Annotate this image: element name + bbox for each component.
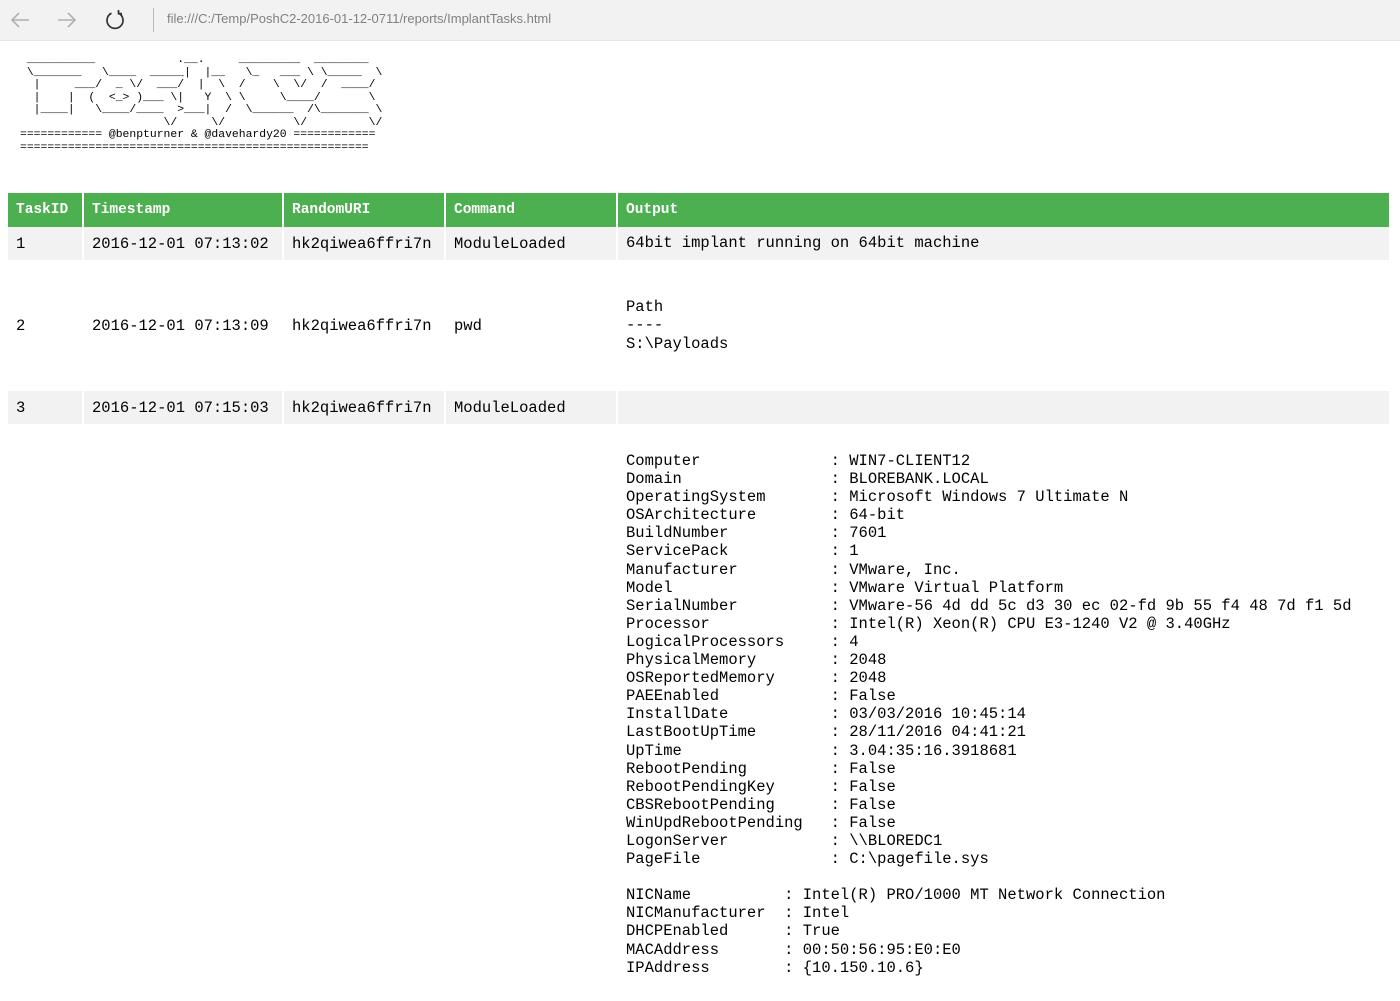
table-header-row: TaskID Timestamp RandomURI Command Outpu… <box>8 193 1389 227</box>
cell-output <box>618 391 1389 424</box>
cell-taskid: 3 <box>8 391 82 424</box>
output-text: 64bit implant running on 64bit machine <box>626 234 980 253</box>
table-row: Computer : WIN7-CLIENT12 Domain : BLOREB… <box>8 424 1389 977</box>
refresh-button[interactable] <box>101 6 129 34</box>
cell-randomuri: hk2qiwea6ffri7n <box>284 391 444 424</box>
header-timestamp: Timestamp <box>84 193 282 227</box>
cell-timestamp: 2016-12-01 07:13:02 <box>84 227 282 260</box>
ascii-logo: __________ .__. _________ ________ \____… <box>26 54 383 129</box>
cell-command: ModuleLoaded <box>446 227 616 260</box>
cell-taskid: 2 <box>16 316 26 335</box>
table-row: 2 2016-12-01 07:13:09 hk2qiwea6ffri7n pw… <box>8 260 1389 391</box>
arrow-right-icon <box>58 12 77 28</box>
forward-button[interactable] <box>53 6 81 34</box>
cell-output: Path ---- S:\Payloads <box>618 260 1389 391</box>
cell-command: ModuleLoaded <box>446 391 616 424</box>
cell-output: 64bit implant running on 64bit machine <box>618 227 1389 260</box>
cell-command: pwd <box>454 316 482 335</box>
cell-randomuri: hk2qiwea6ffri7n <box>284 227 444 260</box>
header-output: Output <box>618 193 1389 227</box>
cell-timestamp: 2016-12-01 07:13:09 <box>92 316 269 335</box>
header-command: Command <box>446 193 616 227</box>
cell-timestamp <box>84 424 282 977</box>
cell-randomuri <box>284 424 444 977</box>
header-randomuri: RandomURI <box>284 193 444 227</box>
toolbar-divider <box>153 8 154 32</box>
cell-timestamp: 2016-12-01 07:15:03 <box>84 391 282 424</box>
divider-line: ========================================… <box>20 141 369 154</box>
implant-tasks-table: TaskID Timestamp RandomURI Command Outpu… <box>6 193 1391 977</box>
table-row: 3 2016-12-01 07:15:03 hk2qiwea6ffri7n Mo… <box>8 391 1389 424</box>
refresh-icon <box>106 10 124 30</box>
cell-randomuri: hk2qiwea6ffri7n <box>292 316 432 335</box>
cell-taskid <box>8 424 82 977</box>
output-text: Computer : WIN7-CLIENT12 Domain : BLOREB… <box>626 452 1352 977</box>
table-row: 1 2016-12-01 07:13:02 hk2qiwea6ffri7n Mo… <box>8 227 1389 260</box>
arrow-left-icon <box>10 12 29 28</box>
cell-command <box>446 424 616 977</box>
credits-line: ============ @benpturner & @davehardy20 … <box>20 129 376 141</box>
page-content: __________ .__. _________ ________ \____… <box>0 41 1400 1001</box>
output-text: Path ---- S:\Payloads <box>626 298 729 353</box>
header-taskid: TaskID <box>8 193 82 227</box>
back-button[interactable] <box>6 6 34 34</box>
address-url[interactable]: file:///C:/Temp/PoshC2-2016-01-12-0711/r… <box>167 11 551 26</box>
cell-taskid: 1 <box>8 227 82 260</box>
cell-output: Computer : WIN7-CLIENT12 Domain : BLOREB… <box>618 424 1389 977</box>
ascii-banner: __________ .__. _________ ________ \____… <box>20 54 389 154</box>
browser-toolbar: file:///C:/Temp/PoshC2-2016-01-12-0711/r… <box>0 0 1400 41</box>
